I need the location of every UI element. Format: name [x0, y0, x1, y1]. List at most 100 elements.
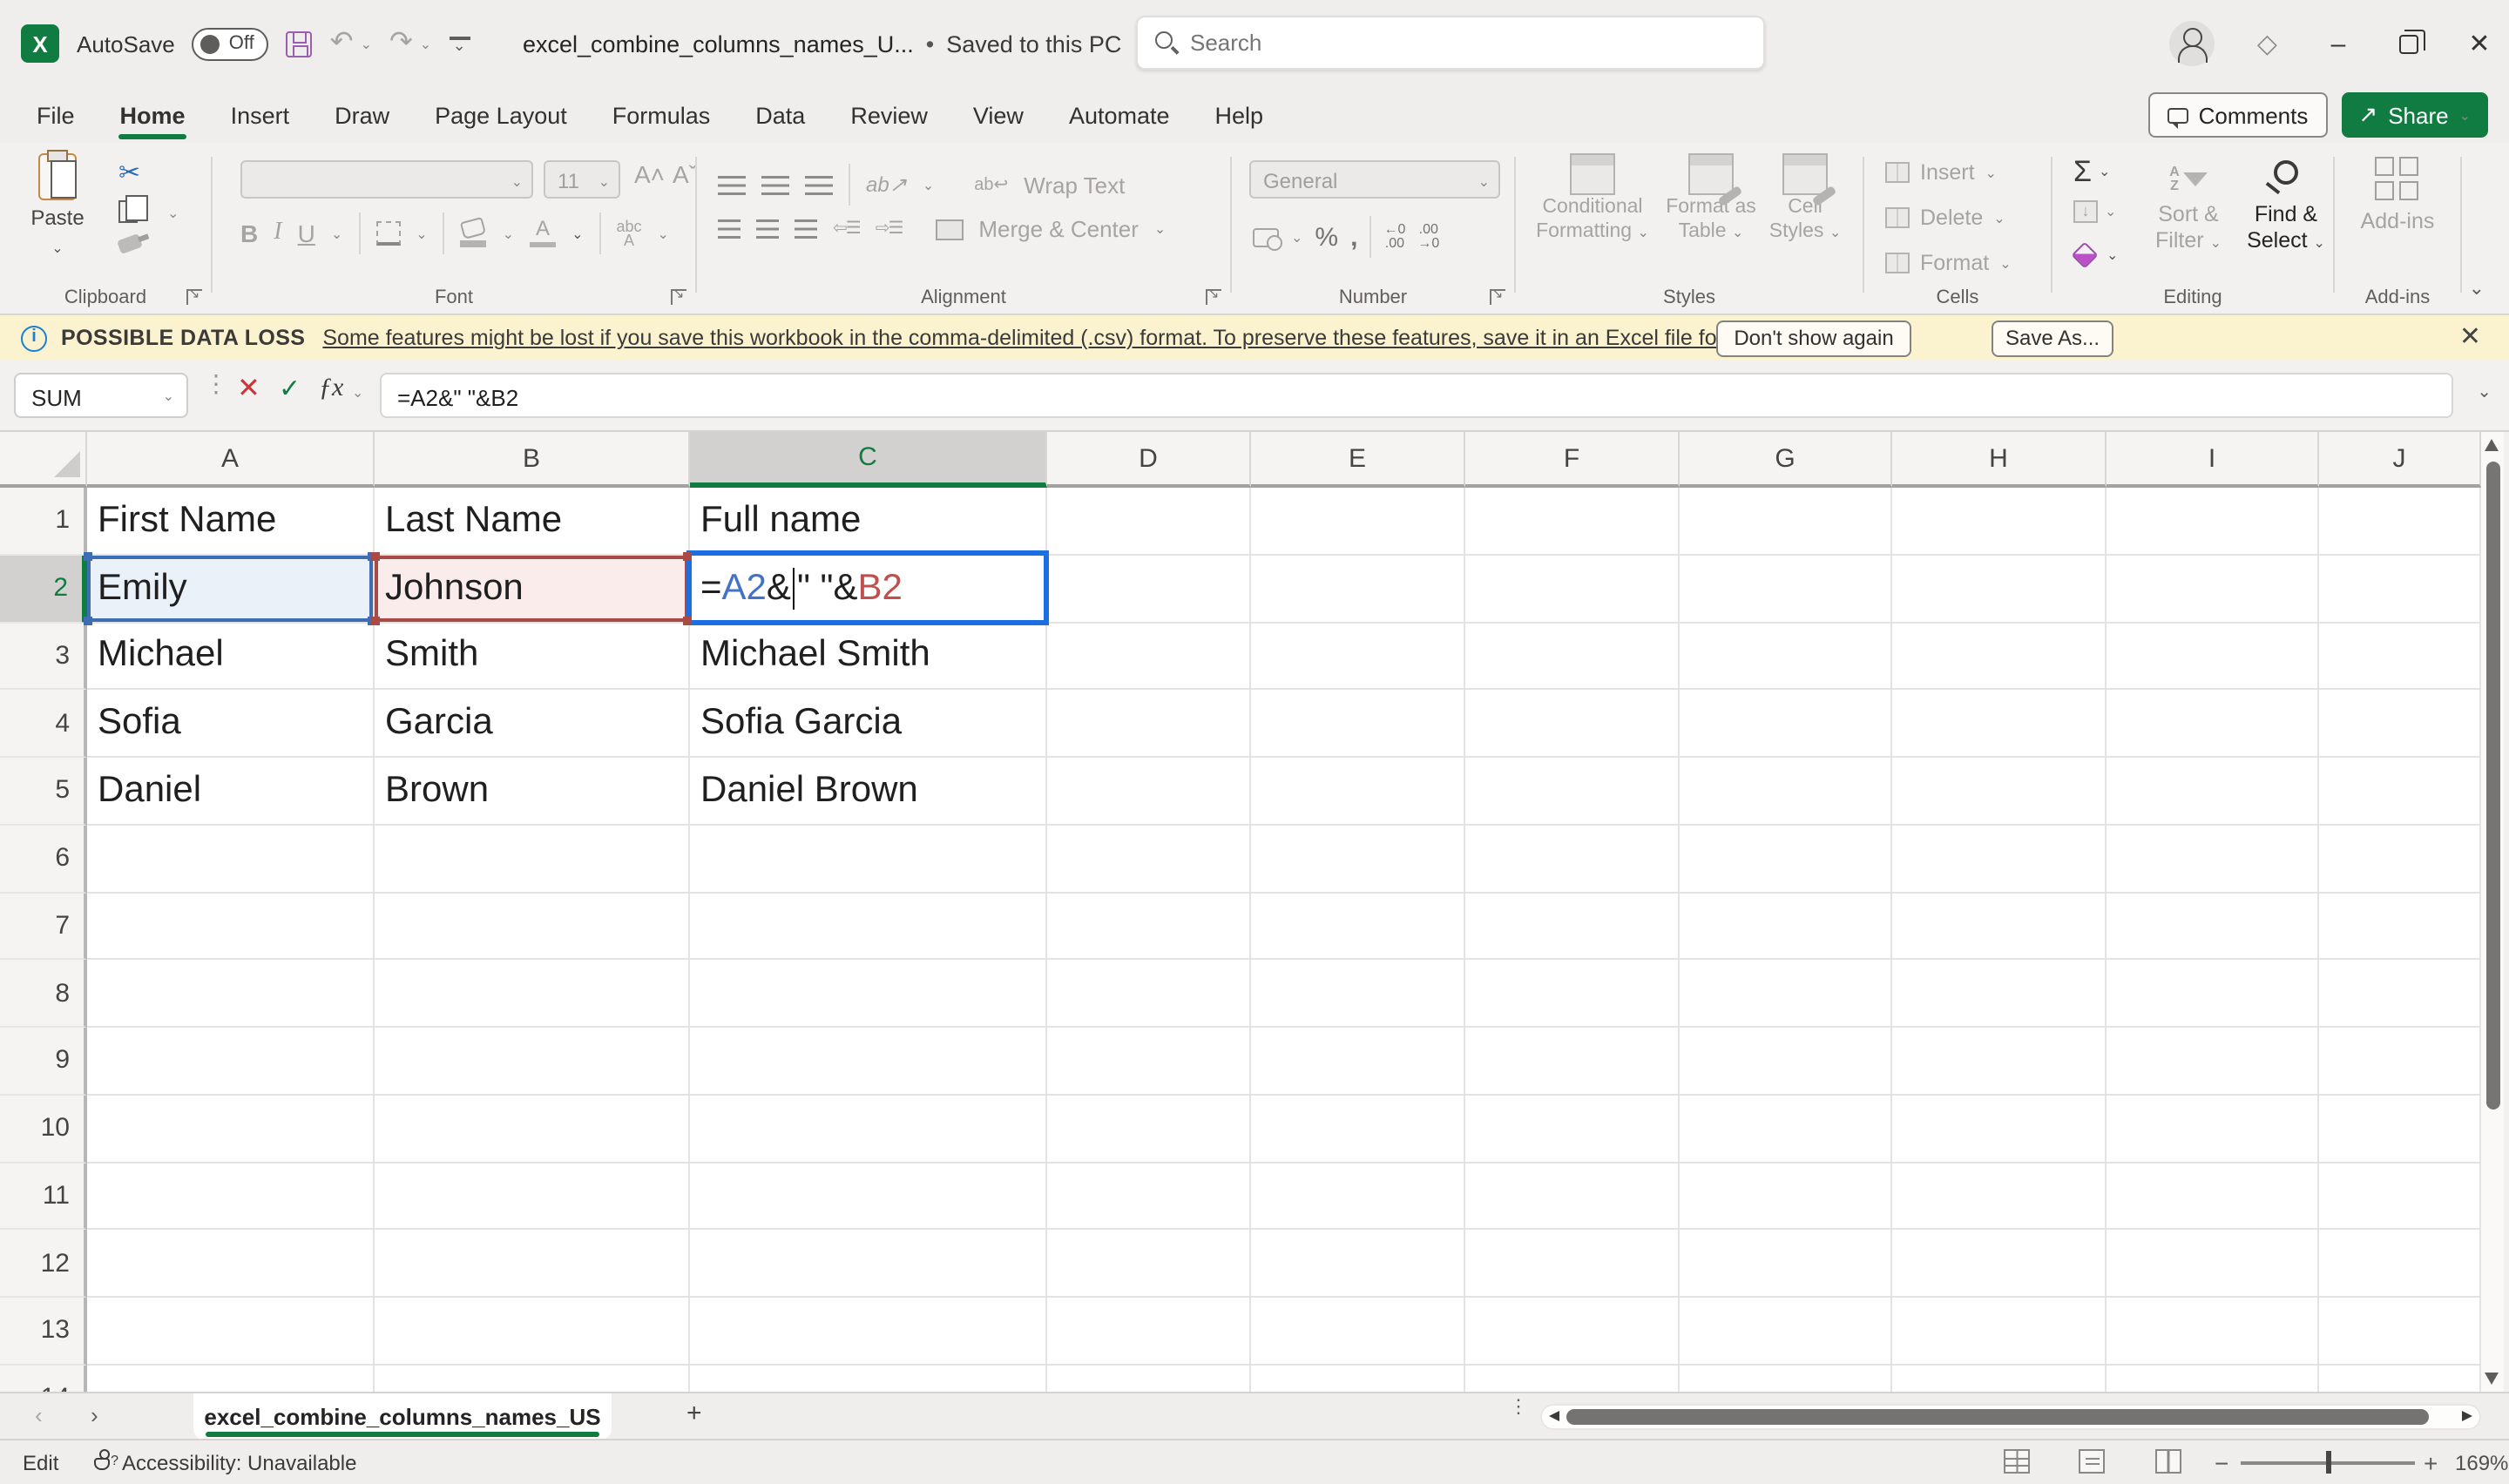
clipboard-dialog-launcher-icon[interactable]: [186, 289, 202, 305]
cell-c11[interactable]: [690, 1163, 1047, 1231]
cell-f7[interactable]: [1465, 893, 1680, 961]
search-box[interactable]: [1136, 16, 1765, 70]
column-header-c[interactable]: C: [690, 432, 1047, 488]
row-header-3[interactable]: 3: [0, 623, 87, 691]
clear-formatting-chevron-icon[interactable]: ⌄: [658, 226, 669, 241]
cell-b12[interactable]: [375, 1231, 690, 1298]
cell-d7[interactable]: [1047, 893, 1251, 961]
cell-i14[interactable]: [2107, 1366, 2319, 1393]
merge-center-chevron-icon[interactable]: ⌄: [1154, 221, 1166, 237]
row-header-4[interactable]: 4: [0, 691, 87, 759]
insert-function-chevron-icon[interactable]: ⌄: [352, 385, 363, 401]
cell-i1[interactable]: [2107, 488, 2319, 556]
cell-b10[interactable]: [375, 1096, 690, 1164]
undo-chevron-icon[interactable]: ⌄: [361, 36, 372, 51]
cell-i4[interactable]: [2107, 691, 2319, 759]
cell-i3[interactable]: [2107, 623, 2319, 691]
normal-view-button[interactable]: [2004, 1449, 2030, 1474]
cell-b9[interactable]: [375, 1028, 690, 1096]
cell-h9[interactable]: [1892, 1028, 2107, 1096]
cell-e6[interactable]: [1251, 826, 1465, 894]
align-right-icon[interactable]: [795, 219, 817, 239]
row-header-9[interactable]: 9: [0, 1028, 87, 1096]
cell-h12[interactable]: [1892, 1231, 2107, 1298]
sheet-tab-active[interactable]: excel_combine_columns_names_US: [193, 1393, 612, 1440]
italic-button[interactable]: I: [274, 219, 281, 247]
increase-decimal-button[interactable]: ←0.00: [1383, 223, 1405, 251]
horizontal-scroll-thumb[interactable]: [1566, 1409, 2429, 1425]
sort-filter-button[interactable]: AZ Sort & Filter ⌄: [2143, 157, 2234, 256]
font-dialog-launcher-icon[interactable]: [671, 289, 686, 305]
scroll-down-icon[interactable]: [2485, 1373, 2499, 1385]
cell-b4[interactable]: Garcia: [375, 691, 690, 759]
name-box-chevron-icon[interactable]: ⌄: [163, 388, 174, 404]
percent-style-button[interactable]: %: [1315, 222, 1338, 252]
scroll-up-icon[interactable]: [2485, 439, 2499, 451]
cell-h11[interactable]: [1892, 1163, 2107, 1231]
row-header-13[interactable]: 13: [0, 1298, 87, 1366]
page-layout-view-button[interactable]: [2079, 1449, 2105, 1474]
cell-j14[interactable]: [2319, 1366, 2481, 1393]
cell-a5[interactable]: Daniel: [87, 758, 375, 826]
cell-i12[interactable]: [2107, 1231, 2319, 1298]
cell-f12[interactable]: [1465, 1231, 1680, 1298]
comma-style-button[interactable]: ,: [1350, 222, 1357, 252]
increase-indent-icon[interactable]: ⇨☰: [876, 219, 903, 239]
cell-b5[interactable]: Brown: [375, 758, 690, 826]
cell-e5[interactable]: [1251, 758, 1465, 826]
cell-f1[interactable]: [1465, 488, 1680, 556]
select-all-button[interactable]: [0, 432, 87, 488]
coming-soon-icon[interactable]: ◇: [2257, 28, 2277, 59]
row-header-8[interactable]: 8: [0, 961, 87, 1029]
warning-message-link[interactable]: Some features might be lost if you save …: [322, 326, 1766, 350]
cell-h2[interactable]: [1892, 556, 2107, 624]
column-header-e[interactable]: E: [1251, 432, 1465, 488]
paste-chevron-icon[interactable]: ⌄: [51, 240, 63, 256]
cell-c9[interactable]: [690, 1028, 1047, 1096]
saved-status[interactable]: Saved to this PC: [946, 30, 1121, 57]
borders-chevron-icon[interactable]: ⌄: [416, 226, 427, 241]
cell-e11[interactable]: [1251, 1163, 1465, 1231]
format-painter-icon[interactable]: [117, 233, 143, 254]
cell-i7[interactable]: [2107, 893, 2319, 961]
redo-icon[interactable]: ↷: [389, 30, 413, 57]
tab-insert[interactable]: Insert: [208, 87, 313, 143]
cell-f2[interactable]: [1465, 556, 1680, 624]
row-header-1[interactable]: 1: [0, 488, 87, 556]
column-header-d[interactable]: D: [1047, 432, 1251, 488]
dont-show-again-button[interactable]: Don't show again: [1716, 320, 1911, 356]
cell-a4[interactable]: Sofia: [87, 691, 375, 759]
cancel-icon[interactable]: ✕: [237, 376, 260, 404]
cell-j6[interactable]: [2319, 826, 2481, 894]
delete-cells-button[interactable]: Delete⌄: [1885, 206, 2005, 230]
undo-icon[interactable]: ↶: [330, 30, 354, 57]
cell-b3[interactable]: Smith: [375, 623, 690, 691]
find-select-button[interactable]: Find & Select ⌄: [2241, 157, 2331, 256]
cell-a11[interactable]: [87, 1163, 375, 1231]
cell-a14[interactable]: [87, 1366, 375, 1393]
minimize-button[interactable]: –: [2319, 29, 2357, 58]
cell-h5[interactable]: [1892, 758, 2107, 826]
cell-c2-editing[interactable]: =A2&" "&B2: [690, 556, 1047, 624]
name-box[interactable]: SUM ⌄: [14, 373, 188, 418]
tab-automate[interactable]: Automate: [1046, 87, 1193, 143]
copy-chevron-icon[interactable]: ⌄: [167, 206, 179, 221]
cell-a2[interactable]: Emily: [87, 556, 375, 624]
cell-i11[interactable]: [2107, 1163, 2319, 1231]
cell-a12[interactable]: [87, 1231, 375, 1298]
cell-b1[interactable]: Last Name: [375, 488, 690, 556]
cell-d1[interactable]: [1047, 488, 1251, 556]
cell-b8[interactable]: [375, 961, 690, 1029]
cell-g4[interactable]: [1680, 691, 1892, 759]
cell-a9[interactable]: [87, 1028, 375, 1096]
cell-g6[interactable]: [1680, 826, 1892, 894]
column-header-h[interactable]: H: [1892, 432, 2107, 488]
cell-c5[interactable]: Daniel Brown: [690, 758, 1047, 826]
cell-d4[interactable]: [1047, 691, 1251, 759]
cell-c3[interactable]: Michael Smith: [690, 623, 1047, 691]
cell-d14[interactable]: [1047, 1366, 1251, 1393]
tab-draw[interactable]: Draw: [312, 87, 412, 143]
cell-g2[interactable]: [1680, 556, 1892, 624]
autosum-button[interactable]: Σ: [2073, 157, 2092, 186]
cell-g8[interactable]: [1680, 961, 1892, 1029]
